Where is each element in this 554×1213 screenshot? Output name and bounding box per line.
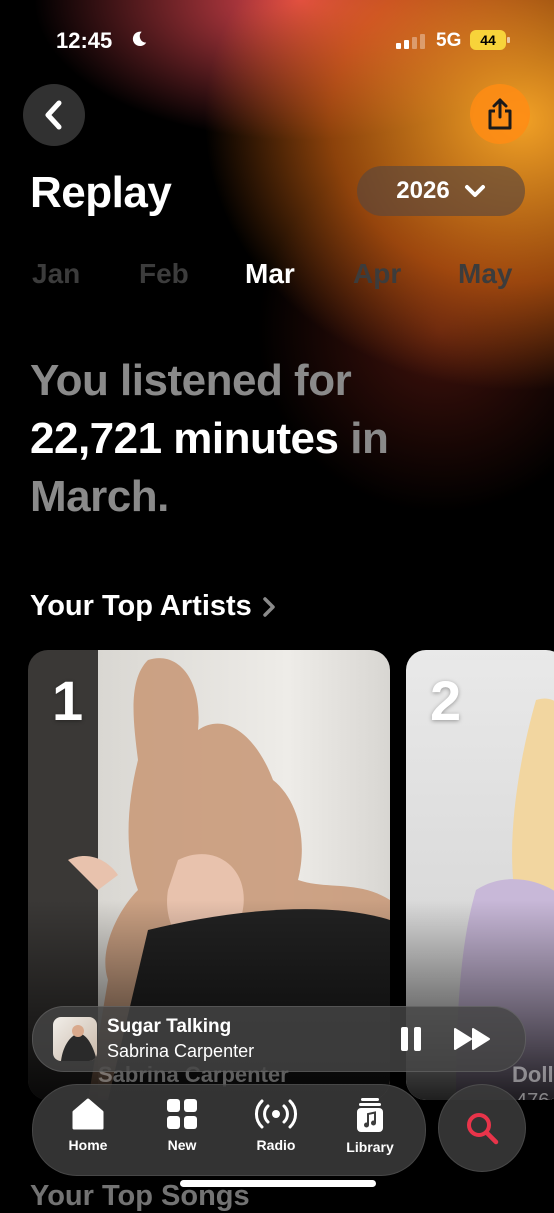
pause-icon[interactable] (399, 1025, 425, 1053)
artist-rank-1: 1 (52, 669, 84, 732)
status-time: 12:45 (56, 28, 113, 53)
tab-library[interactable]: Library (325, 1097, 415, 1155)
year-label: 2026 (396, 177, 450, 204)
summary-in: in (350, 414, 389, 463)
status-bar: 12:45 5G 44 (0, 0, 554, 82)
now-playing-artist: Sabrina Carpenter (107, 1041, 255, 1061)
tab-bar: Home New Radio Library (32, 1084, 426, 1176)
battery-indicator: 44 (470, 30, 510, 50)
tab-new-label: New (167, 1137, 197, 1153)
tab-home[interactable]: Home (43, 1097, 133, 1153)
moon-icon (132, 31, 147, 47)
search-button[interactable] (438, 1084, 526, 1172)
music-library-icon (357, 1098, 383, 1132)
network-label: 5G (436, 30, 462, 51)
tab-home-label: Home (68, 1137, 108, 1153)
house-icon (72, 1098, 104, 1130)
now-playing-artwork (53, 1017, 97, 1061)
page-title: Replay (30, 168, 172, 217)
tab-library-label: Library (346, 1139, 394, 1155)
chevron-right-icon (263, 596, 275, 617)
tab-new[interactable]: New (137, 1097, 227, 1153)
now-playing-title: Sugar Talking (107, 1016, 232, 1037)
artist-rank-2: 2 (430, 669, 462, 732)
battery-level: 44 (480, 32, 496, 48)
artist-name-2: Doll (512, 1062, 554, 1087)
summary-minutes: 22,721 minutes (30, 414, 339, 463)
listening-summary: You listened for 22,721 minutes in March… (30, 352, 530, 526)
summary-prefix: You listened for (30, 356, 352, 405)
month-mar[interactable]: Mar (245, 258, 295, 290)
share-button[interactable] (470, 84, 530, 144)
month-selector: Jan Feb Mar Apr May (0, 258, 554, 298)
grid-icon (167, 1099, 197, 1129)
top-artists-header[interactable]: Your Top Artists (30, 590, 276, 623)
tab-radio[interactable]: Radio (231, 1097, 321, 1153)
summary-month: March. (30, 472, 169, 521)
mini-player[interactable]: Sugar Talking Sabrina Carpenter (32, 1006, 526, 1072)
artist-minutes-2: 476 (516, 1090, 549, 1100)
chevron-down-icon (464, 185, 485, 197)
month-jan[interactable]: Jan (32, 258, 80, 290)
top-artists-title: Your Top Artists (30, 590, 252, 622)
search-icon (467, 1113, 499, 1145)
tab-radio-label: Radio (256, 1137, 296, 1153)
month-may[interactable]: May (458, 258, 512, 290)
year-picker[interactable]: 2026 (357, 166, 525, 216)
month-feb[interactable]: Feb (139, 258, 189, 290)
home-indicator[interactable] (180, 1180, 376, 1187)
radio-waves-icon (255, 1099, 297, 1129)
signal-icon (396, 34, 425, 49)
share-icon (488, 98, 512, 130)
month-apr[interactable]: Apr (353, 258, 401, 290)
back-button[interactable] (23, 84, 85, 146)
skip-forward-icon[interactable] (453, 1025, 493, 1053)
chevron-left-icon (45, 100, 62, 130)
